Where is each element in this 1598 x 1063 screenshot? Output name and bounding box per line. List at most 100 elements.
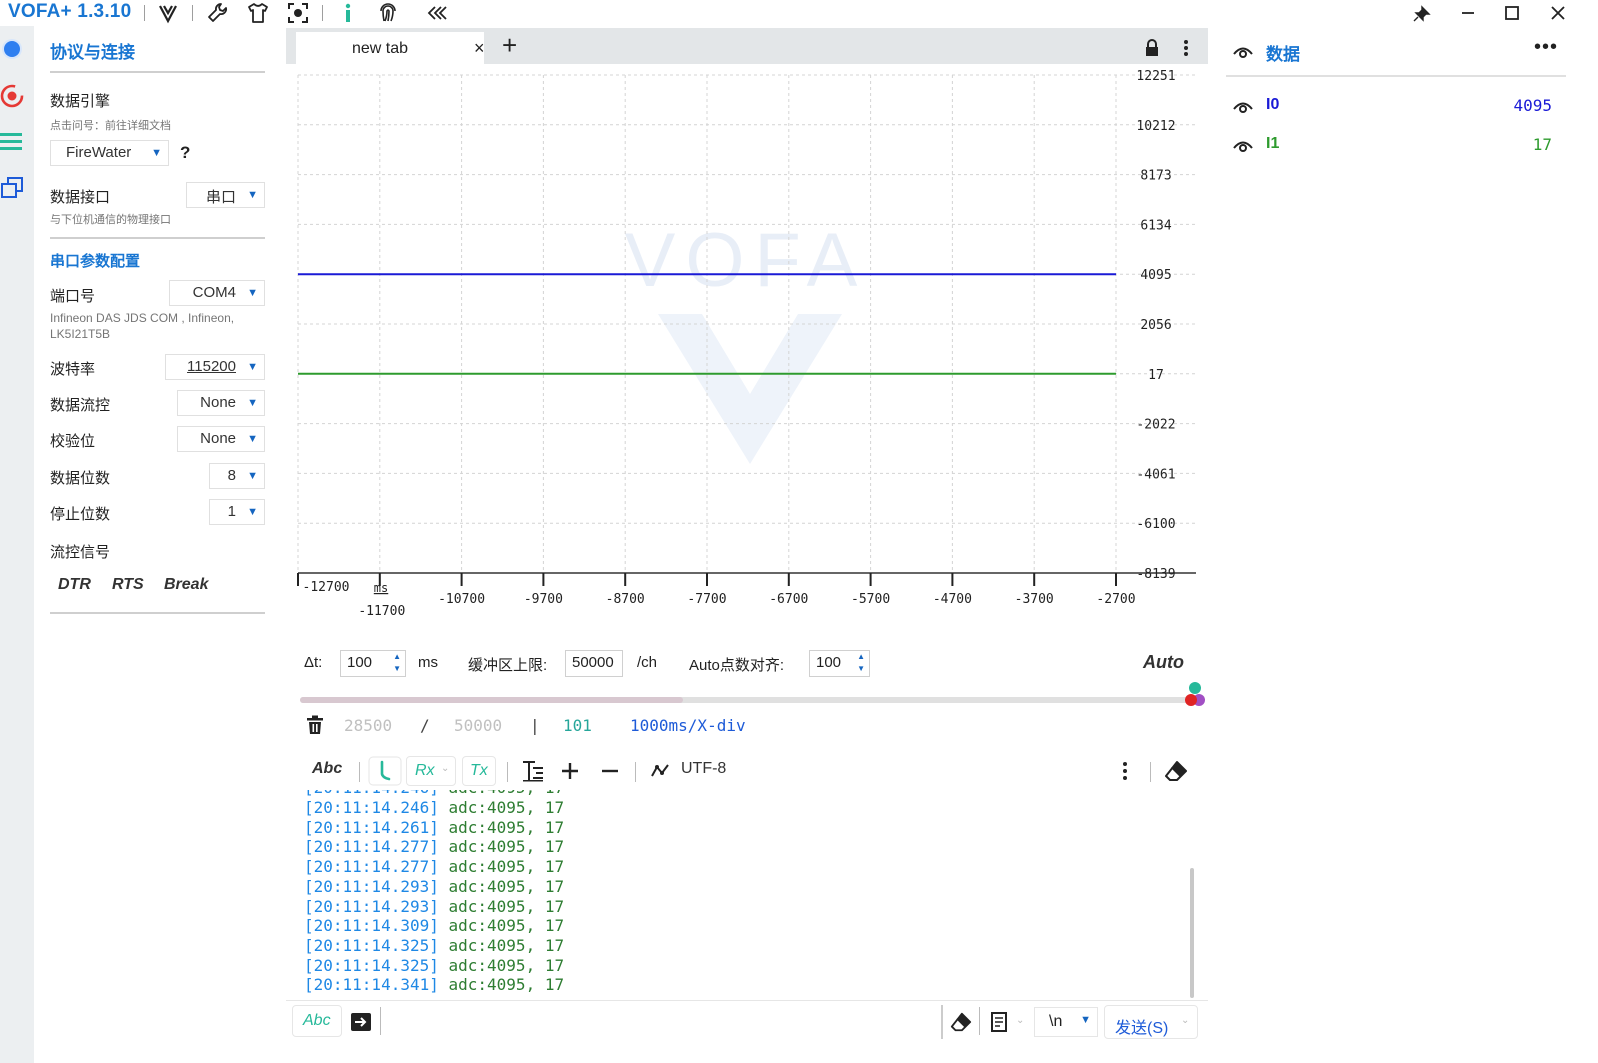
eye-icon[interactable] — [1232, 42, 1254, 60]
channel-name: I1 — [1266, 135, 1280, 152]
engine-select[interactable]: FireWater ▼ — [50, 140, 169, 166]
waveform-chart[interactable]: VOFA 12251 10212 8173 6134 4095 2056 17 -2022 -4… — [286, 64, 1208, 638]
engine-help-button[interactable]: ? — [180, 143, 190, 163]
interface-select[interactable]: 串口 ▼ — [186, 182, 265, 208]
zoom-out-icon[interactable] — [600, 761, 620, 781]
buffer-input[interactable]: 50000 — [565, 650, 623, 677]
dtr-button[interactable]: DTR — [58, 576, 91, 594]
toolbar-separator — [322, 5, 323, 21]
port-label: 端口号 — [50, 288, 96, 305]
command-list-icon[interactable] — [989, 1011, 1011, 1033]
tab-new-tab[interactable]: new tab × — [296, 32, 485, 64]
more-vertical-icon[interactable] — [1180, 38, 1192, 58]
send-text-mode-button[interactable]: Abc — [292, 1005, 342, 1037]
engine-hint: 点击问号：前往详细文档 — [50, 120, 171, 132]
serial-config-title: 串口参数配置 — [50, 253, 141, 270]
console-output[interactable]: [20:11:14.246] adc:4095, 17 [20:11:14.24… — [300, 790, 1200, 998]
maximize-icon[interactable] — [1492, 0, 1532, 26]
timestamp-toggle-icon[interactable] — [368, 756, 402, 786]
more-vertical-icon[interactable] — [1120, 760, 1130, 782]
minimize-icon[interactable] — [1448, 0, 1488, 26]
rx-toggle[interactable]: Rx ⌄ — [406, 756, 456, 786]
chevron-down-icon: ▼ — [247, 189, 258, 201]
divider — [50, 71, 265, 73]
send-file-icon[interactable] — [350, 1011, 372, 1033]
info-icon[interactable] — [336, 1, 360, 25]
x-tick-label: -4700 — [933, 592, 972, 607]
collapse-icon[interactable] — [424, 1, 448, 25]
x-tick-label: -10700 — [438, 592, 485, 607]
eraser-icon[interactable] — [1164, 760, 1188, 782]
text-mode-button[interactable]: Abc — [312, 760, 342, 778]
y-tick-label: -6100 — [1136, 517, 1175, 532]
wrench-icon[interactable] — [206, 1, 230, 25]
databits-select[interactable]: 8 ▼ — [209, 463, 265, 489]
log-message: adc:4095, 17 — [448, 935, 565, 955]
color-dots-icon[interactable] — [1180, 680, 1210, 710]
trash-icon[interactable] — [306, 715, 324, 735]
x-tick-label: -7700 — [687, 592, 726, 607]
side-rail — [0, 26, 34, 1063]
interface-hint: 与下位机通信的物理接口 — [50, 214, 171, 226]
tab-label: new tab — [352, 40, 409, 57]
auto-button[interactable]: Auto — [1143, 652, 1184, 673]
break-button[interactable]: Break — [164, 576, 208, 594]
eye-icon[interactable] — [1232, 97, 1254, 115]
chart-svg[interactable]: VOFA 12251 10212 8173 6134 4095 2056 17 -2022 -4… — [286, 64, 1208, 638]
toolbar-separator — [192, 5, 193, 21]
buffer-count: 28500 — [344, 716, 393, 735]
pin-icon[interactable] — [1402, 0, 1442, 26]
baud-select[interactable]: 115200 ▼ — [165, 354, 265, 380]
clear-input-eraser-icon[interactable] — [950, 1011, 972, 1033]
dt-spinbox[interactable]: 100 ▲ ▼ — [340, 650, 406, 677]
buffer-limit: 50000 — [454, 716, 503, 735]
spinner-arrows-icon[interactable]: ▲ ▼ — [857, 651, 865, 675]
encoding-selector[interactable]: UTF-8 — [681, 760, 726, 778]
newline-select[interactable]: \n ▼ — [1034, 1007, 1098, 1037]
flow-select[interactable]: None ▼ — [177, 390, 265, 416]
tab-close-icon[interactable]: × — [474, 38, 485, 59]
watermark-logo-icon — [658, 314, 842, 464]
stopbits-label: 停止位数 — [50, 506, 111, 523]
more-horizontal-icon[interactable]: ••• — [1534, 36, 1558, 59]
eye-icon[interactable] — [1232, 136, 1254, 154]
stats-slash: / — [420, 716, 430, 735]
y-tick-label: 17 — [1148, 368, 1164, 383]
text-format-icon[interactable] — [522, 760, 544, 782]
spinner-arrows-icon[interactable]: ▲ ▼ — [393, 651, 401, 675]
vofa-logo-icon[interactable] — [156, 1, 180, 25]
fingerprint-icon[interactable] — [376, 1, 400, 25]
channel-row-i0[interactable]: I0 4095 — [1230, 93, 1552, 121]
close-icon[interactable] — [1538, 0, 1578, 26]
auto-points-value: 100 — [816, 654, 842, 671]
tx-toggle[interactable]: Tx — [462, 756, 496, 786]
windows-icon[interactable] — [0, 174, 28, 202]
toolbar-separator — [635, 762, 636, 782]
zoom-in-icon[interactable] — [560, 761, 580, 781]
auto-points-spinbox[interactable]: 100 ▲ ▼ — [809, 650, 870, 677]
chevron-down-icon: ▼ — [247, 287, 258, 299]
engine-value: FireWater — [66, 144, 132, 161]
lock-icon[interactable] — [1144, 39, 1160, 57]
log-timestamp: [20:11:14.246] — [304, 798, 439, 817]
console-scrollbar[interactable] — [1190, 868, 1194, 998]
send-button[interactable]: 发送(S) ⌄ — [1104, 1005, 1198, 1039]
shirt-icon[interactable] — [246, 1, 270, 25]
channel-value: 4095 — [1513, 96, 1552, 115]
stopbits-select[interactable]: 1 ▼ — [209, 499, 265, 525]
screenshot-icon[interactable] — [286, 1, 310, 25]
chevron-down-icon: ⌄ — [441, 763, 450, 774]
history-slider[interactable] — [300, 697, 1190, 703]
parity-label: 校验位 — [50, 433, 96, 450]
list-icon[interactable] — [0, 128, 28, 156]
buffer-stats: 28500 / 50000 | 101 1000ms/X-div — [286, 710, 1208, 744]
rts-button[interactable]: RTS — [112, 576, 144, 594]
connection-icon[interactable] — [0, 36, 28, 64]
add-tab-button[interactable]: + — [502, 31, 517, 59]
parity-select[interactable]: None ▼ — [177, 426, 265, 452]
channel-row-i1[interactable]: I1 17 — [1230, 132, 1552, 160]
record-icon[interactable] — [0, 82, 28, 110]
chevron-down-icon: ▼ — [247, 506, 258, 518]
chevron-down-icon[interactable]: ⌄ — [1016, 1015, 1024, 1026]
port-select[interactable]: COM4 ▼ — [169, 280, 265, 306]
